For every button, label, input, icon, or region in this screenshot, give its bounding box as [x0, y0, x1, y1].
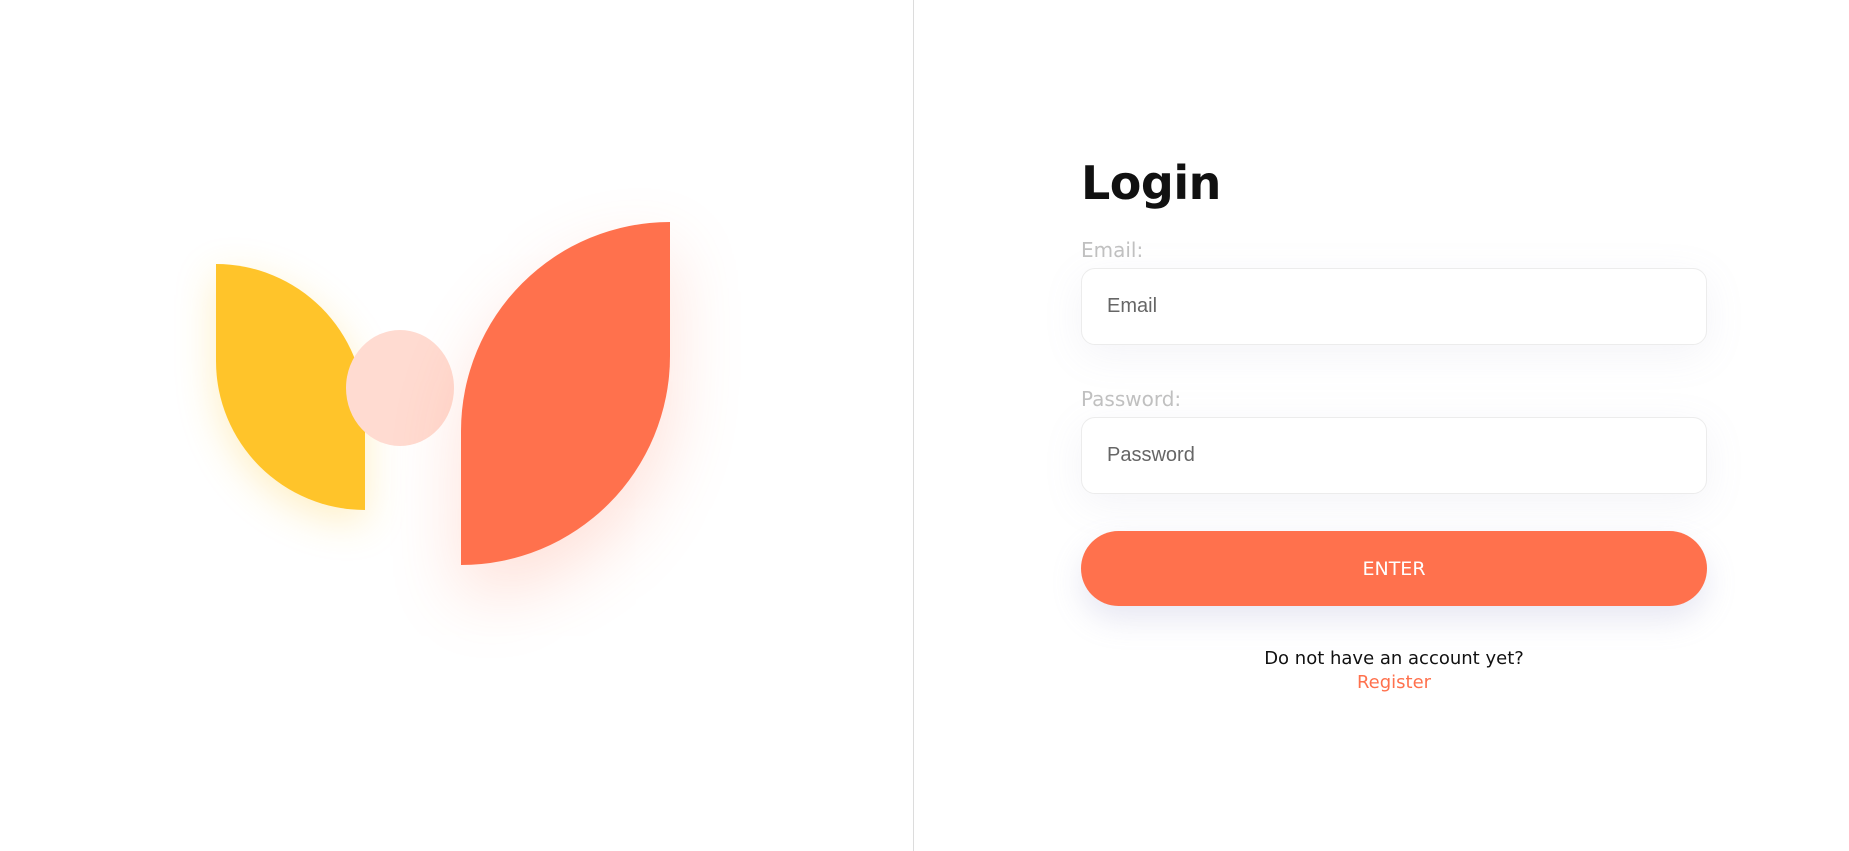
password-label: Password:: [1081, 387, 1182, 411]
logo-orange-leaf: [461, 222, 670, 565]
app-logo: [0, 0, 914, 851]
register-area: Do not have an account yet? Register: [1081, 647, 1707, 695]
enter-button[interactable]: ENTER: [1081, 531, 1707, 606]
login-form: Login Email: Password: ENTER Do not have…: [1081, 150, 1707, 695]
password-field-group: Password:: [1081, 385, 1707, 494]
logo-pink-circle: [346, 330, 454, 446]
logo-yellow-leaf: [216, 264, 365, 510]
password-input[interactable]: [1081, 417, 1707, 494]
email-input[interactable]: [1081, 268, 1707, 345]
login-page: Login Email: Password: ENTER Do not have…: [0, 0, 1849, 851]
login-panel: Login Email: Password: ENTER Do not have…: [914, 0, 1849, 851]
brand-panel: [0, 0, 914, 851]
email-field-group: Email:: [1081, 236, 1707, 345]
page-title: Login: [1081, 156, 1221, 210]
register-prompt: Do not have an account yet?: [1264, 648, 1524, 669]
register-link[interactable]: Register: [1357, 671, 1431, 695]
email-label: Email:: [1081, 238, 1144, 262]
